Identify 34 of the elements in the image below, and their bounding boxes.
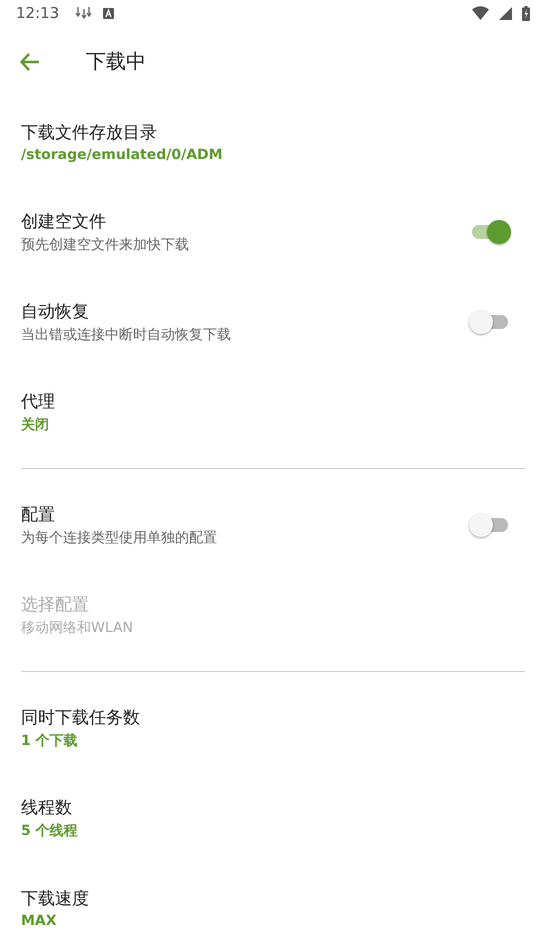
setting-summary: 5 个线程 — [21, 822, 79, 840]
setting-summary: 为每个连接类型使用单独的配置 — [21, 529, 218, 547]
download-arrows-icon — [75, 6, 94, 20]
setting-item[interactable]: 配置 为每个连接类型使用单独的配置 — [0, 480, 544, 570]
setting-item[interactable]: 同时下载任务数 1 个下载 — [0, 683, 544, 773]
setting-title: 代理 — [21, 391, 56, 413]
signal-icon — [499, 6, 512, 20]
setting-title: 下载文件存放目录 — [21, 122, 158, 144]
setting-summary: 当出错或连接中断时自动恢复下载 — [21, 326, 232, 344]
setting-summary: 1 个下载 — [21, 732, 79, 750]
wifi-icon — [472, 6, 489, 20]
setting-summary: 预先创建空文件来加快下载 — [21, 236, 190, 254]
setting-item[interactable]: 下载文件存放目录 /storage/emulated/0/ADM — [0, 97, 544, 187]
setting-item[interactable]: 代理 关闭 — [0, 367, 544, 457]
setting-title: 自动恢复 — [21, 301, 90, 323]
setting-title: 同时下载任务数 — [21, 707, 141, 729]
setting-title: 配置 — [21, 504, 56, 526]
setting-summary: 关闭 — [21, 416, 50, 434]
keyboard-a-icon — [103, 8, 114, 18]
setting-title: 线程数 — [21, 797, 73, 819]
status-time: 12:13 — [16, 4, 60, 22]
toolbar-title: 下载中 — [86, 48, 146, 75]
setting-item[interactable]: 创建空文件 预先创建空文件来加快下载 — [0, 187, 544, 277]
setting-summary: 移动网络和WLAN — [21, 619, 134, 637]
setting-title: 下载速度 — [21, 888, 90, 910]
setting-item[interactable]: 自动恢复 当出错或连接中断时自动恢复下载 — [0, 277, 544, 367]
setting-item[interactable]: 下载速度 MAX — [0, 863, 544, 943]
setting-summary: /storage/emulated/0/ADM — [21, 147, 224, 163]
back-arrow-icon — [20, 52, 40, 70]
setting-title: 选择配置 — [21, 594, 90, 616]
battery-charging-icon — [522, 6, 530, 20]
setting-title: 创建空文件 — [21, 211, 107, 233]
setting-summary: MAX — [21, 913, 58, 929]
setting-item[interactable]: 线程数 5 个线程 — [0, 773, 544, 863]
